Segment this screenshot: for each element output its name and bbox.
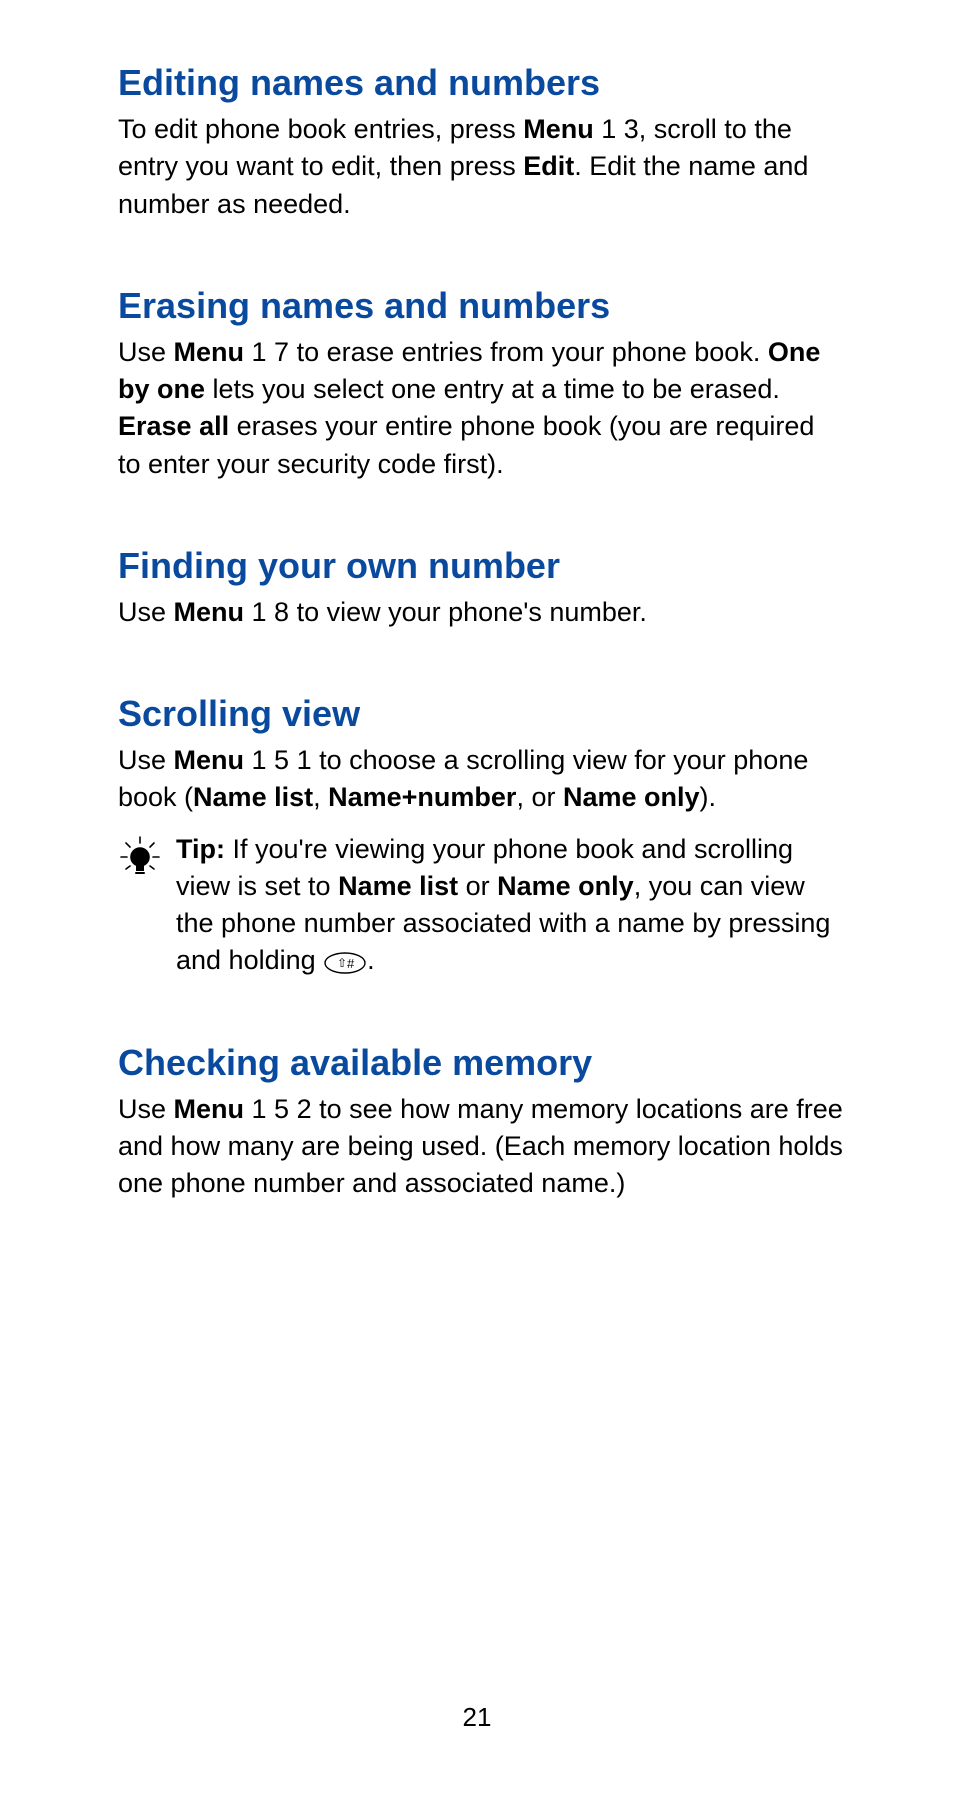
paragraph-finding: Use Menu 1 8 to view your phone's number… <box>118 594 844 631</box>
svg-text:⇧: ⇧ <box>337 956 347 970</box>
section-memory: Checking available memory Use Menu 1 5 2… <box>118 1040 844 1203</box>
paragraph-scrolling: Use Menu 1 5 1 to choose a scrolling vie… <box>118 742 844 817</box>
heading-editing: Editing names and numbers <box>118 60 844 105</box>
lightbulb-tip-icon <box>118 835 162 879</box>
heading-finding: Finding your own number <box>118 543 844 588</box>
tip-block: Tip: If you're viewing your phone book a… <box>118 831 844 980</box>
page-number: 21 <box>0 1702 954 1733</box>
section-scrolling: Scrolling view Use Menu 1 5 1 to choose … <box>118 691 844 980</box>
paragraph-editing: To edit phone book entries, press Menu 1… <box>118 111 844 223</box>
document-page: Editing names and numbers To edit phone … <box>0 0 954 1202</box>
heading-memory: Checking available memory <box>118 1040 844 1085</box>
paragraph-memory: Use Menu 1 5 2 to see how many memory lo… <box>118 1091 844 1203</box>
section-erasing: Erasing names and numbers Use Menu 1 7 t… <box>118 283 844 483</box>
hash-key-icon: ⇧# <box>323 948 367 972</box>
svg-text:#: # <box>347 956 355 971</box>
section-finding: Finding your own number Use Menu 1 8 to … <box>118 543 844 631</box>
tip-text: Tip: If you're viewing your phone book a… <box>176 831 844 980</box>
heading-erasing: Erasing names and numbers <box>118 283 844 328</box>
paragraph-erasing: Use Menu 1 7 to erase entries from your … <box>118 334 844 483</box>
heading-scrolling: Scrolling view <box>118 691 844 736</box>
section-editing: Editing names and numbers To edit phone … <box>118 60 844 223</box>
